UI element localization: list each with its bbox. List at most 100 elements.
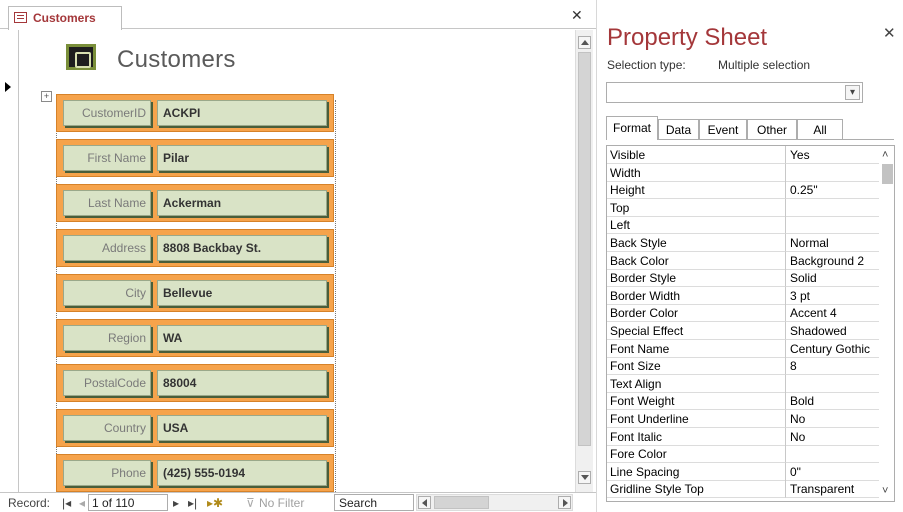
close-document-icon[interactable]: ✕ [571, 7, 583, 24]
scroll-left-icon[interactable] [418, 496, 431, 509]
field-label[interactable]: Address [63, 235, 151, 261]
field-value[interactable]: Bellevue [157, 280, 327, 306]
property-value[interactable] [786, 216, 879, 235]
property-row-font-weight[interactable]: Font Weight Bold [607, 392, 879, 411]
property-row-border-color[interactable]: Border Color Accent 4 [607, 304, 879, 323]
property-row-line-spacing[interactable]: Line Spacing 0" [607, 462, 879, 481]
tab-all[interactable]: All [797, 119, 843, 139]
property-scroll-thumb[interactable] [882, 164, 893, 184]
field-row-postalcode[interactable]: PostalCode 88004 [56, 364, 334, 402]
tab-format[interactable]: Format [606, 116, 658, 140]
property-value[interactable]: No [786, 410, 879, 428]
field-value[interactable]: 88004 [157, 370, 327, 396]
property-row-visible[interactable]: Visible Yes [607, 146, 879, 164]
property-value[interactable]: Bold [786, 392, 879, 411]
field-value[interactable]: (425) 555-0194 [157, 460, 327, 486]
field-value[interactable]: Ackerman [157, 190, 327, 216]
property-row-border-style[interactable]: Border Style Solid [607, 269, 879, 288]
property-value[interactable]: 0" [786, 463, 879, 481]
property-row-top[interactable]: Top [607, 198, 879, 217]
property-row-gridline-style-top[interactable]: Gridline Style Top Transparent [607, 480, 879, 499]
last-record-icon[interactable]: ▸| [188, 496, 197, 510]
scroll-down-icon[interactable] [578, 471, 591, 484]
record-position-input[interactable]: 1 of 110 [88, 494, 168, 511]
first-record-icon[interactable]: |◂ [62, 496, 71, 510]
record-selector[interactable] [0, 30, 19, 492]
chevron-up-icon[interactable]: ˄ [882, 149, 888, 161]
selection-dropdown[interactable]: ▾ [606, 82, 863, 103]
scroll-thumb[interactable] [578, 52, 591, 446]
search-input[interactable]: Search [334, 494, 414, 511]
form-vertical-scrollbar[interactable] [575, 30, 593, 492]
field-row-city[interactable]: City Bellevue [56, 274, 334, 312]
property-value[interactable]: Background 2 [786, 252, 879, 270]
chevron-down-icon[interactable]: ▾ [845, 85, 860, 100]
field-value[interactable]: WA [157, 325, 327, 351]
field-label[interactable]: Last Name [63, 190, 151, 216]
property-row-text-align[interactable]: Text Align [607, 374, 879, 393]
tab-customers[interactable]: Customers [8, 6, 122, 30]
property-row-width[interactable]: Width [607, 163, 879, 182]
property-value[interactable]: Shadowed [786, 322, 879, 340]
field-value[interactable]: 8808 Backbay St. [157, 235, 327, 261]
property-value[interactable]: Accent 4 [786, 304, 879, 323]
property-row-back-color[interactable]: Back Color Background 2 [607, 251, 879, 270]
property-row-font-italic[interactable]: Font Italic No [607, 427, 879, 446]
property-row-font-name[interactable]: Font Name Century Gothic [607, 339, 879, 358]
previous-record-icon[interactable]: ◂ [79, 496, 85, 510]
field-label[interactable]: CustomerID [63, 100, 151, 126]
property-row-border-width[interactable]: Border Width 3 pt [607, 286, 879, 305]
field-value[interactable]: Pilar [157, 145, 327, 171]
property-value[interactable]: Century Gothic [786, 340, 879, 358]
scroll-up-icon[interactable] [578, 36, 591, 49]
field-label[interactable]: First Name [63, 145, 151, 171]
property-row-left[interactable]: Left [607, 216, 879, 235]
tab-other[interactable]: Other [747, 119, 797, 139]
property-value[interactable]: 8 [786, 357, 879, 376]
property-value[interactable] [786, 375, 879, 393]
field-row-region[interactable]: Region WA [56, 319, 334, 357]
field-value[interactable]: ACKPI [157, 100, 327, 126]
tab-data[interactable]: Data [658, 119, 699, 139]
field-row-country[interactable]: Country USA [56, 409, 334, 447]
field-row-first-name[interactable]: First Name Pilar [56, 139, 334, 177]
property-value[interactable]: No [786, 428, 879, 446]
property-row-back-style[interactable]: Back Style Normal [607, 234, 879, 252]
property-value[interactable]: Transparent [786, 480, 879, 499]
form-horizontal-scrollbar[interactable] [416, 494, 573, 511]
tab-event[interactable]: Event [699, 119, 747, 139]
property-row-height[interactable]: Height 0.25" [607, 181, 879, 200]
next-record-icon[interactable]: ▸ [173, 496, 179, 510]
horizontal-scroll-thumb[interactable] [434, 496, 489, 509]
field-row-phone[interactable]: Phone (425) 555-0194 [56, 454, 334, 492]
property-grid-scrollbar[interactable]: ˄ ˅ [879, 146, 894, 501]
field-label[interactable]: PostalCode [63, 370, 151, 396]
field-label[interactable]: Region [63, 325, 151, 351]
property-row-font-underline[interactable]: Font Underline No [607, 410, 879, 428]
property-value[interactable]: 3 pt [786, 287, 879, 305]
filter-icon[interactable]: ⊽ [246, 496, 255, 510]
field-value[interactable]: USA [157, 415, 327, 441]
field-row-address[interactable]: Address 8808 Backbay St. [56, 229, 334, 267]
property-row-font-size[interactable]: Font Size 8 [607, 357, 879, 376]
property-value[interactable]: 0.25" [786, 181, 879, 200]
property-value[interactable] [786, 445, 879, 464]
field-label[interactable]: City [63, 280, 151, 306]
new-record-icon[interactable]: ▸✱ [207, 496, 223, 510]
property-row-fore-color[interactable]: Fore Color [607, 445, 879, 464]
field-row-customerid[interactable]: CustomerID ACKPI [56, 94, 334, 132]
property-value[interactable]: Normal [786, 234, 879, 252]
scroll-right-icon[interactable] [558, 496, 571, 509]
property-row-special-effect[interactable]: Special Effect Shadowed [607, 322, 879, 340]
filter-status[interactable]: No Filter [259, 496, 304, 510]
field-label[interactable]: Country [63, 415, 151, 441]
field-row-last-name[interactable]: Last Name Ackerman [56, 184, 334, 222]
close-property-sheet-icon[interactable]: ✕ [883, 24, 896, 42]
property-value[interactable]: Solid [786, 269, 879, 288]
layout-move-handle-icon[interactable]: + [41, 91, 52, 102]
chevron-down-icon[interactable]: ˅ [882, 485, 888, 497]
property-value[interactable] [786, 164, 879, 182]
property-value[interactable]: Yes [786, 146, 879, 164]
property-value[interactable] [786, 199, 879, 217]
field-label[interactable]: Phone [63, 460, 151, 486]
